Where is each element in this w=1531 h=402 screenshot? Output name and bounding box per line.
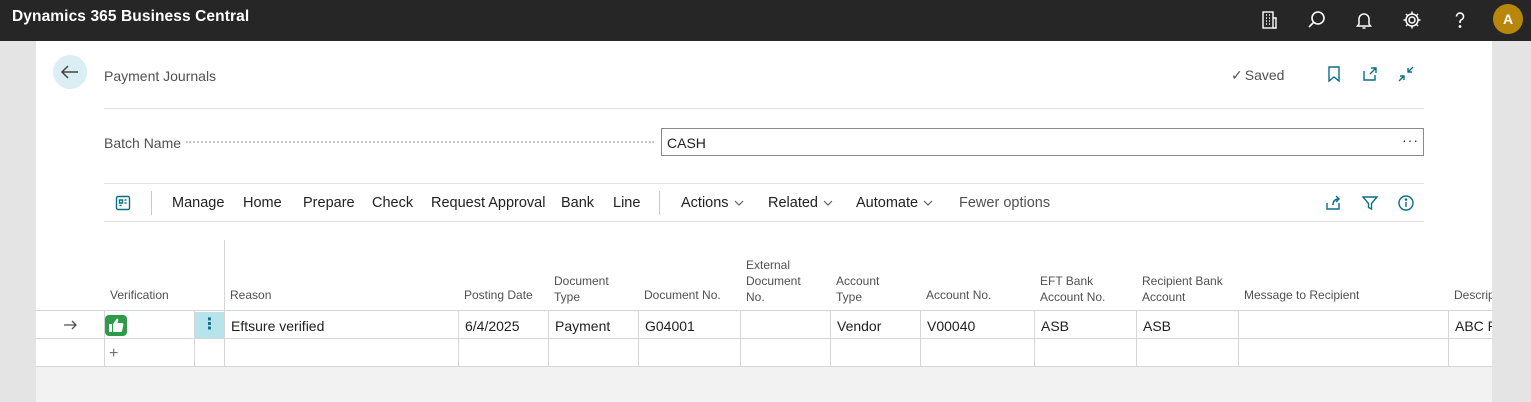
action-related-label: Related: [768, 195, 818, 211]
back-button[interactable]: [53, 55, 87, 89]
building-icon[interactable]: [1258, 9, 1280, 31]
field-leader-dots: [186, 141, 654, 143]
column-header-line: EFT Bank: [1040, 274, 1094, 288]
thumbs-up-icon[interactable]: [105, 315, 127, 336]
checkmark-icon: ✓: [1231, 67, 1243, 83]
action-bank[interactable]: Bank: [561, 195, 594, 211]
page-card-footer-area: [36, 367, 1492, 402]
page-backdrop-right: [1492, 41, 1531, 402]
chevron-down-icon: [923, 198, 933, 208]
grid-row-border: [36, 338, 1492, 339]
chevron-down-icon: [823, 198, 833, 208]
column-header-document-no[interactable]: Document No.: [644, 287, 721, 303]
grid-column-border: [458, 310, 459, 366]
batch-name-lookup-button[interactable]: ···: [1402, 132, 1419, 148]
cell-recipient-bank-account[interactable]: ASB: [1143, 318, 1171, 334]
saved-status: ✓ Saved: [1231, 67, 1284, 84]
actionbar-separator: [659, 191, 660, 215]
column-header-line: Type: [554, 290, 581, 304]
info-icon[interactable]: [1397, 194, 1415, 212]
column-header-message-to-recipient[interactable]: Message to Recipient: [1244, 287, 1359, 303]
fewer-options-button[interactable]: Fewer options: [959, 195, 1050, 211]
action-prepare[interactable]: Prepare: [303, 195, 355, 211]
column-header-account-type[interactable]: Account Type: [836, 273, 879, 305]
grid-column-border: [1448, 310, 1449, 366]
grid-header-border: [36, 310, 1492, 311]
column-header-line: Account: [1142, 290, 1186, 304]
grid-column-border: [830, 310, 831, 366]
action-actions-label: Actions: [681, 195, 729, 211]
action-automate-dropdown[interactable]: Automate: [856, 195, 933, 211]
grid-column-border: [740, 310, 741, 366]
bookmark-icon[interactable]: [1325, 65, 1343, 83]
cell-reason[interactable]: Eftsure verified: [231, 318, 324, 334]
column-header-line: Document: [746, 274, 801, 288]
help-icon[interactable]: [1449, 9, 1471, 31]
collapse-icon[interactable]: [1397, 65, 1415, 83]
edit-list-icon[interactable]: [114, 194, 132, 212]
grid-column-border: [1136, 310, 1137, 366]
bell-icon[interactable]: [1353, 9, 1375, 31]
action-automate-label: Automate: [856, 195, 919, 211]
grid-column-border: [224, 240, 225, 366]
cell-account-no[interactable]: V00040: [927, 318, 975, 334]
column-header-reason[interactable]: Reason: [230, 287, 271, 303]
column-header-line: Type: [836, 290, 863, 304]
column-header-line: Document: [554, 274, 609, 288]
actionbar-bottom-divider: [104, 221, 1424, 222]
cell-posting-date[interactable]: 6/4/2025: [465, 318, 520, 334]
grid-column-border: [1034, 310, 1035, 366]
gear-icon[interactable]: [1401, 9, 1423, 31]
action-line[interactable]: Line: [613, 195, 640, 211]
add-row-plus-icon[interactable]: +: [109, 345, 118, 363]
share-icon[interactable]: [1324, 194, 1342, 212]
grid-column-border: [920, 310, 921, 366]
column-header-eft-bank-account-no[interactable]: EFT Bank Account No.: [1040, 273, 1105, 305]
cell-description[interactable]: ABC P: [1455, 318, 1492, 334]
saved-label: Saved: [1244, 67, 1285, 83]
actionbar-separator: [151, 191, 152, 215]
column-header-document-type[interactable]: Document Type: [554, 273, 609, 305]
cell-account-type[interactable]: Vendor: [837, 318, 881, 334]
page-title: Payment Journals: [104, 68, 217, 84]
column-header-posting-date[interactable]: Posting Date: [464, 287, 533, 303]
search-icon[interactable]: [1306, 9, 1328, 31]
action-actions-dropdown[interactable]: Actions: [681, 195, 744, 211]
action-check[interactable]: Check: [372, 195, 413, 211]
chevron-down-icon: [734, 198, 744, 208]
row-actions-menu-button[interactable]: ⋮: [195, 312, 224, 338]
grid-column-border: [638, 310, 639, 366]
open-new-window-icon[interactable]: [1361, 65, 1379, 83]
header-divider: [104, 108, 1424, 109]
app-top-bar: Dynamics 365 Business Central A: [0, 0, 1531, 41]
current-row-arrow-icon: [62, 317, 78, 333]
actionbar-top-divider: [104, 183, 1424, 184]
action-manage[interactable]: Manage: [172, 195, 224, 211]
column-header-line: Account No.: [1040, 290, 1106, 304]
filter-icon[interactable]: [1361, 194, 1379, 212]
action-home[interactable]: Home: [243, 195, 282, 211]
grid-column-border: [1238, 310, 1239, 366]
action-request-approval[interactable]: Request Approval: [431, 195, 545, 211]
column-header-line: Account: [836, 274, 880, 288]
column-header-line: No.: [746, 290, 765, 304]
column-header-recipient-bank-account[interactable]: Recipient Bank Account: [1142, 273, 1223, 305]
batch-name-label: Batch Name: [104, 135, 182, 151]
action-related-dropdown[interactable]: Related: [768, 195, 833, 211]
column-header-external-document-no[interactable]: External Document No.: [746, 257, 801, 305]
grid-column-border: [548, 310, 549, 366]
grid-row-border: [36, 366, 1492, 367]
cell-document-no[interactable]: G04001: [645, 318, 695, 334]
cell-eft-bank-account-no[interactable]: ASB: [1041, 318, 1069, 334]
column-header-description[interactable]: Descrip: [1454, 287, 1492, 303]
column-header-account-no[interactable]: Account No.: [926, 287, 991, 303]
batch-name-input[interactable]: CASH: [661, 128, 1424, 156]
page-backdrop-left: [0, 41, 36, 402]
column-header-verification[interactable]: Verification: [110, 287, 169, 303]
app-title[interactable]: Dynamics 365 Business Central: [12, 8, 249, 26]
cell-document-type[interactable]: Payment: [555, 318, 610, 334]
user-avatar[interactable]: A: [1493, 4, 1523, 34]
column-header-line: External: [746, 258, 791, 272]
column-header-line: Recipient Bank: [1142, 274, 1223, 288]
